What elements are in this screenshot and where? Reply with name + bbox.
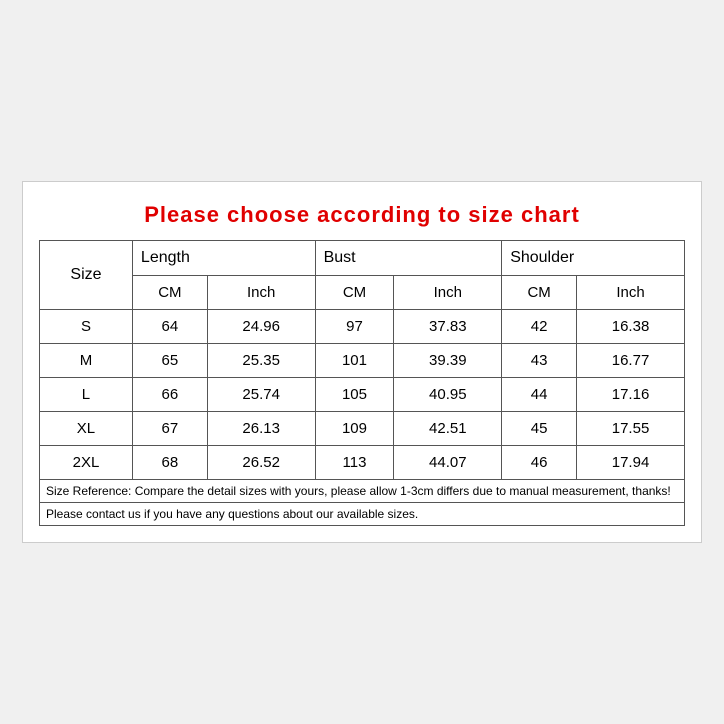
length-cm-header: CM <box>132 276 207 310</box>
data-cell: 68 <box>132 446 207 480</box>
note-row-2: Please contact us if you have any questi… <box>40 503 685 526</box>
shoulder-group-header: Shoulder <box>502 241 685 276</box>
size-table: Size Length Bust Shoulder CM Inch CM Inc… <box>39 240 685 526</box>
data-cell: 26.13 <box>207 412 315 446</box>
table-row: 2XL6826.5211344.074617.94 <box>40 446 685 480</box>
bust-cm-header: CM <box>315 276 394 310</box>
data-cell: 43 <box>502 344 577 378</box>
length-group-header: Length <box>132 241 315 276</box>
data-cell: 42.51 <box>394 412 502 446</box>
bust-inch-header: Inch <box>394 276 502 310</box>
note-text-2: Please contact us if you have any questi… <box>40 503 685 526</box>
chart-title: Please choose according to size chart <box>39 202 685 228</box>
data-cell: 42 <box>502 310 577 344</box>
data-cell: 39.39 <box>394 344 502 378</box>
size-cell: M <box>40 344 133 378</box>
bust-group-header: Bust <box>315 241 502 276</box>
data-cell: 37.83 <box>394 310 502 344</box>
table-row: L6625.7410540.954417.16 <box>40 378 685 412</box>
data-cell: 65 <box>132 344 207 378</box>
size-column-header: Size <box>40 241 133 310</box>
data-cell: 16.38 <box>577 310 685 344</box>
data-cell: 26.52 <box>207 446 315 480</box>
length-inch-header: Inch <box>207 276 315 310</box>
data-cell: 44.07 <box>394 446 502 480</box>
data-cell: 67 <box>132 412 207 446</box>
shoulder-inch-header: Inch <box>577 276 685 310</box>
note-text-1: Size Reference: Compare the detail sizes… <box>40 480 685 503</box>
data-cell: 24.96 <box>207 310 315 344</box>
data-cell: 109 <box>315 412 394 446</box>
data-cell: 17.94 <box>577 446 685 480</box>
data-cell: 25.74 <box>207 378 315 412</box>
shoulder-cm-header: CM <box>502 276 577 310</box>
size-chart-card: Please choose according to size chart Si… <box>22 181 702 543</box>
size-cell: S <box>40 310 133 344</box>
table-row: XL6726.1310942.514517.55 <box>40 412 685 446</box>
data-cell: 97 <box>315 310 394 344</box>
data-cell: 113 <box>315 446 394 480</box>
size-cell: 2XL <box>40 446 133 480</box>
data-cell: 105 <box>315 378 394 412</box>
data-cell: 45 <box>502 412 577 446</box>
size-cell: L <box>40 378 133 412</box>
data-cell: 25.35 <box>207 344 315 378</box>
size-cell: XL <box>40 412 133 446</box>
data-cell: 16.77 <box>577 344 685 378</box>
data-cell: 40.95 <box>394 378 502 412</box>
table-row: S6424.969737.834216.38 <box>40 310 685 344</box>
data-cell: 44 <box>502 378 577 412</box>
data-cell: 17.55 <box>577 412 685 446</box>
data-cell: 66 <box>132 378 207 412</box>
data-cell: 64 <box>132 310 207 344</box>
table-row: M6525.3510139.394316.77 <box>40 344 685 378</box>
data-cell: 17.16 <box>577 378 685 412</box>
data-cell: 101 <box>315 344 394 378</box>
note-row-1: Size Reference: Compare the detail sizes… <box>40 480 685 503</box>
data-cell: 46 <box>502 446 577 480</box>
